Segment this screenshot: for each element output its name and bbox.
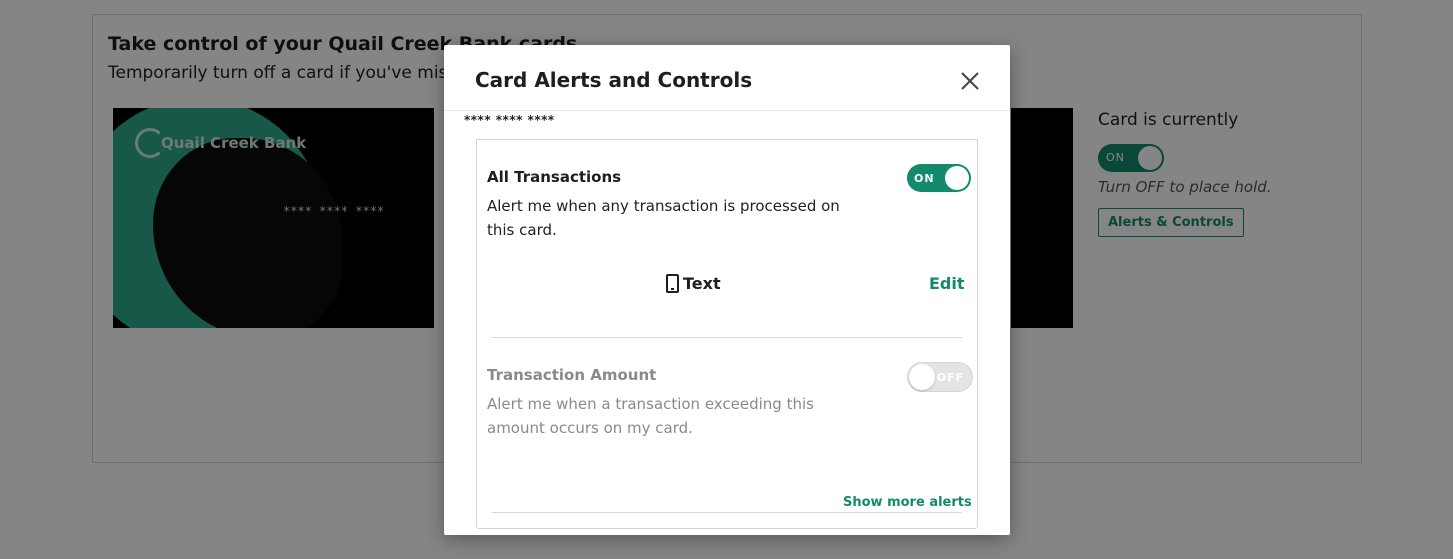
alert-divider <box>492 512 962 513</box>
alert-divider <box>492 337 962 338</box>
alert-title: All Transactions <box>487 168 622 186</box>
alert-description: Alert me when a transaction exceeding th… <box>487 395 814 437</box>
alert-description: Alert me when any transaction is process… <box>487 197 840 239</box>
toggle-knob <box>909 364 935 390</box>
mobile-phone-icon <box>666 274 679 293</box>
toggle-label: OFF <box>936 371 964 384</box>
alerts-list: All Transactions Alert me when any trans… <box>476 139 978 529</box>
alert-transaction-amount: Transaction Amount Alert me when a trans… <box>487 366 967 440</box>
toggle-label: ON <box>914 172 935 185</box>
alert-title: Transaction Amount <box>487 366 657 384</box>
alert-channel: Text <box>666 274 721 293</box>
card-alerts-modal: Card Alerts and Controls **** **** **** … <box>444 45 1010 535</box>
transaction-amount-toggle[interactable]: OFF <box>907 362 973 392</box>
all-transactions-toggle[interactable]: ON <box>907 164 971 192</box>
edit-channel-link[interactable]: Edit <box>929 274 965 293</box>
close-icon <box>961 72 979 90</box>
toggle-knob <box>945 166 969 190</box>
close-button[interactable] <box>956 67 984 95</box>
channel-label: Text <box>683 274 721 293</box>
alert-all-transactions: All Transactions Alert me when any trans… <box>487 168 967 242</box>
show-more-alerts-link[interactable]: Show more alerts <box>843 495 972 510</box>
modal-title: Card Alerts and Controls <box>475 68 753 92</box>
modal-card-number: **** **** **** <box>464 113 555 127</box>
modal-header: Card Alerts and Controls <box>444 45 1010 111</box>
